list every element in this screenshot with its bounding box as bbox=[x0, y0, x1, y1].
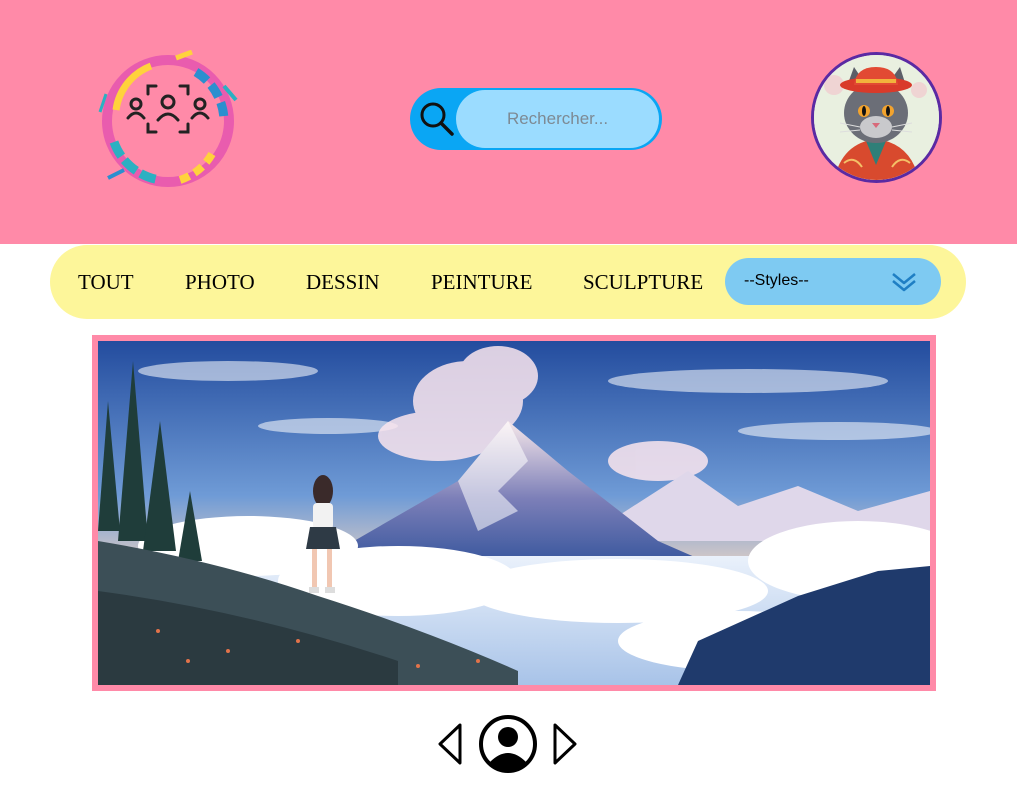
nav-item-photo[interactable]: PHOTO bbox=[185, 270, 255, 295]
chevron-right-icon[interactable] bbox=[551, 722, 579, 766]
cat-avatar-icon bbox=[814, 55, 939, 180]
avatar[interactable] bbox=[811, 52, 942, 183]
styles-select[interactable]: --Styles-- bbox=[725, 258, 941, 305]
search-icon[interactable] bbox=[418, 100, 456, 138]
nav-item-tout[interactable]: TOUT bbox=[78, 270, 134, 295]
header-bar bbox=[0, 0, 1017, 244]
nav-item-peinture[interactable]: PEINTURE bbox=[431, 270, 533, 295]
nav-item-sculpture[interactable]: SCULPTURE bbox=[583, 270, 703, 295]
chevron-left-icon[interactable] bbox=[436, 722, 464, 766]
featured-image-frame bbox=[92, 335, 936, 691]
search-bar bbox=[410, 88, 662, 150]
search-input[interactable] bbox=[456, 90, 659, 148]
chevron-down-icon bbox=[892, 273, 916, 292]
people-focus-logo-icon bbox=[98, 49, 238, 187]
user-circle-icon[interactable] bbox=[478, 714, 538, 774]
category-nav: TOUT PHOTO DESSIN PEINTURE SCULPTURE --S… bbox=[50, 245, 966, 319]
logo[interactable] bbox=[96, 49, 240, 192]
styles-select-value: --Styles-- bbox=[744, 272, 809, 289]
nav-item-dessin[interactable]: DESSIN bbox=[306, 270, 380, 295]
mountain-landscape-image[interactable] bbox=[98, 341, 930, 685]
